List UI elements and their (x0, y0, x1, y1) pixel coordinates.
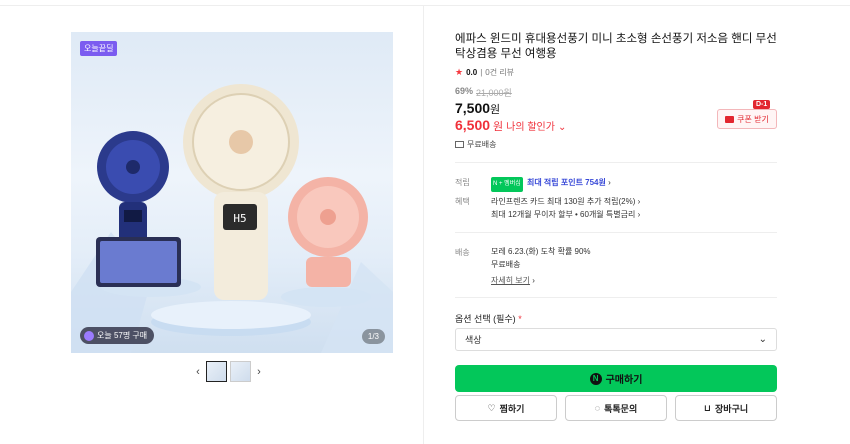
chevron-down-icon: ⌄ (557, 122, 567, 133)
chevron-right-icon: › (608, 178, 611, 187)
cart-label: 장바구니 (715, 403, 749, 414)
delivery-fee: 무료배송 (491, 260, 521, 269)
next-image-button[interactable]: › (254, 361, 264, 382)
sale-price: 7,500원 (455, 100, 500, 117)
delivery-more-link[interactable]: 자세히 보기 (491, 276, 530, 285)
wish-label: 찜하기 (499, 403, 525, 414)
rating-sep: | (480, 68, 483, 77)
cart-button[interactable]: ⊔ 장바구니 (675, 395, 777, 421)
discount-percent: 69% (455, 86, 474, 96)
thumbnail-2[interactable] (230, 361, 251, 382)
perk-line-1: 라인프렌즈 카드 최대 130원 추가 적립(2%) (491, 197, 636, 206)
bag-icon (84, 330, 94, 341)
coupon-label: 쿠폰 받기 (737, 114, 769, 124)
my-discount-price[interactable]: 6,500 원 나의 할인가 ⌄ (455, 117, 566, 134)
points-label: 적립 (455, 178, 470, 187)
coupon-button[interactable]: 쿠폰 받기 (717, 109, 777, 129)
review-count: 0건 리뷰 (485, 68, 515, 77)
chevron-down-icon: ⌄ (758, 334, 767, 345)
box-icon (455, 141, 464, 148)
perks-label: 혜택 (455, 197, 470, 206)
thumbnail-1[interactable] (206, 361, 227, 382)
npay-badge: N + 멤버십 (491, 177, 523, 192)
chat-icon: ◌ (594, 403, 601, 413)
dday-badge: D-1 (753, 100, 771, 109)
image-counter: 1/3 (361, 329, 385, 344)
fan-illustration: H5 (71, 84, 393, 353)
star-icon: ★ (455, 67, 464, 77)
talk-label: 톡톡문의 (604, 403, 638, 414)
prev-image-button[interactable]: ‹ (193, 361, 203, 382)
delivery-info: 모레 6.23.(화) 도착 확률 90% 무료배송 자세히 보기 › (491, 247, 591, 285)
delivery-eta: 모레 6.23.(화) 도착 확률 90% (491, 247, 591, 256)
heart-icon: ♡ (487, 402, 496, 413)
bag-icon: ⊔ (703, 402, 712, 413)
option-label-text: 옵션 선택 (필수) (455, 314, 516, 324)
product-title: 에파스 윈드미 휴대용선풍기 미니 초소형 손선풍기 저소음 핸디 무선 탁상겸… (455, 33, 777, 60)
divider (455, 162, 777, 163)
discount-row: 69% 21,000원 (455, 86, 512, 99)
buyers-text: 오늘 57명 구매 (97, 331, 148, 340)
thumbnail-strip: ‹ › (193, 361, 264, 382)
buy-button[interactable]: N 구매하기 (455, 365, 777, 392)
buy-label: 구매하기 (605, 375, 643, 386)
my-price-unit: 원 (493, 121, 504, 133)
free-shipping-tag: 무료배송 (455, 139, 496, 150)
product-page: H5 오늘끝딜 오늘 57명 구매 1/3 ‹ › 에파스 윈드미 휴대용선풍기… (0, 0, 850, 444)
original-price: 21,000원 (476, 88, 512, 98)
divider (455, 232, 777, 233)
select-value: 색상 (465, 335, 482, 345)
divider (455, 297, 777, 298)
svg-text:H5: H5 (233, 212, 246, 225)
secondary-actions: ♡ 찜하기 ◌ 톡톡문의 ⊔ 장바구니 (455, 395, 777, 421)
points-text: 최대 적립 포인트 754원 (526, 178, 606, 187)
shipping-text: 무료배송 (467, 140, 497, 149)
points-row[interactable]: N + 멤버십 최대 적립 포인트 754원 › (491, 176, 611, 192)
perks-row[interactable]: 라인프렌즈 카드 최대 130원 추가 적립(2%) › 최대 12개월 무이자… (491, 195, 640, 221)
column-divider (423, 5, 424, 444)
my-price-value: 6,500 (455, 117, 491, 133)
npay-n-icon: N (589, 372, 602, 385)
price-value: 7,500 (455, 100, 491, 116)
top-divider (0, 5, 850, 6)
rating-score: 0.0 (466, 68, 478, 77)
talk-button[interactable]: ◌ 톡톡문의 (565, 395, 667, 421)
wish-button[interactable]: ♡ 찜하기 (455, 395, 557, 421)
my-price-label: 나의 할인가 (506, 122, 555, 133)
buyers-count-pill: 오늘 57명 구매 (80, 327, 155, 344)
main-product-image[interactable]: H5 오늘끝딜 오늘 57명 구매 1/3 (71, 32, 393, 353)
perk-line-2: 최대 12개월 무이자 할부 • 60개월 특별금리 (491, 210, 636, 219)
today-deal-badge: 오늘끝딜 (80, 41, 118, 56)
coupon-icon (725, 115, 735, 123)
price-unit: 원 (490, 104, 501, 116)
rating-row[interactable]: ★ 0.0 | 0건 리뷰 (455, 67, 514, 78)
option-label: 옵션 선택 (필수) * (455, 314, 522, 324)
color-select[interactable]: 색상 ⌄ (455, 328, 777, 351)
delivery-label: 배송 (455, 248, 470, 257)
